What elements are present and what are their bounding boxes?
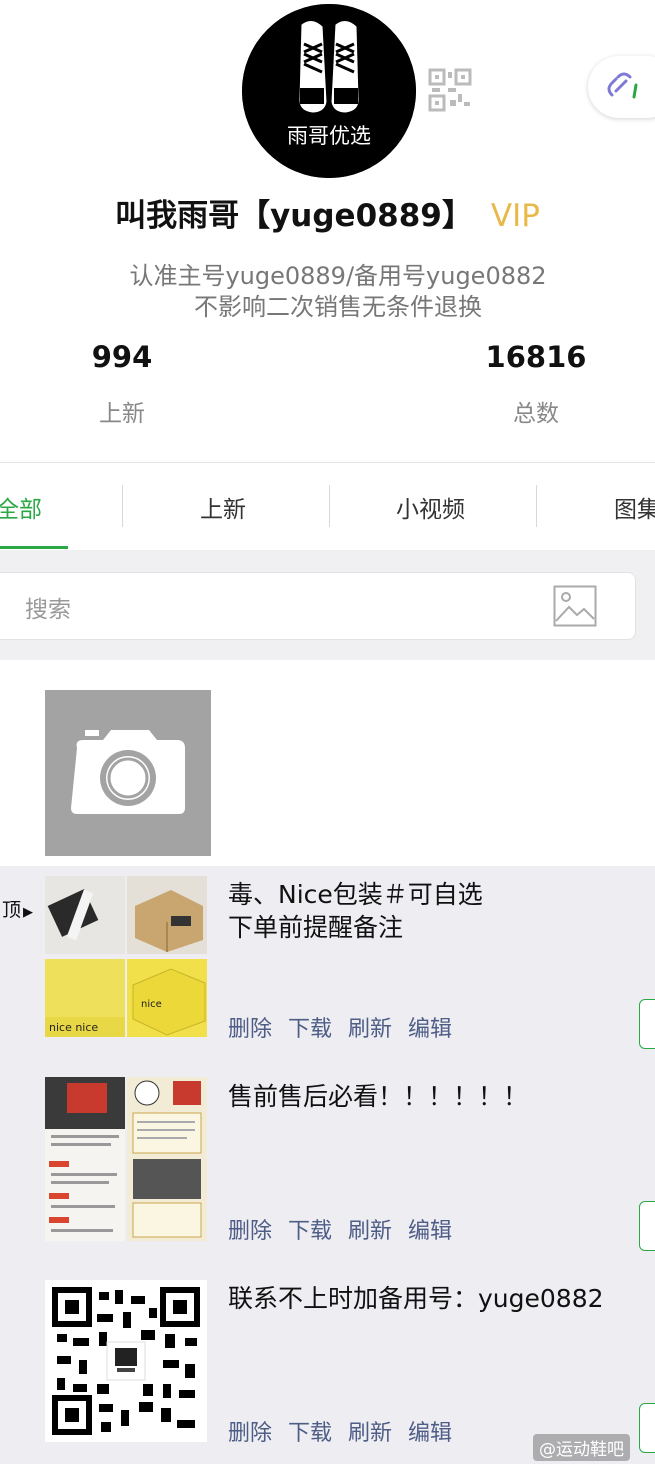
delete-button[interactable]: 删除 [228,1213,272,1245]
share-button[interactable] [639,999,655,1049]
post-image[interactable]: nice nice [45,959,125,1037]
svg-text:nice nice: nice nice [49,1021,98,1034]
avatar[interactable]: 雨哥优选 [242,4,416,178]
tab-separator [536,485,537,527]
download-button[interactable]: 下载 [288,1415,332,1447]
post-title-line[interactable]: 售前售后必看！！！！！！ [228,1080,528,1113]
post-image[interactable]: nice [127,959,207,1037]
vip-badge: VIP [490,198,540,234]
post-title-line[interactable]: 毒、Nice包装＃可自选 [228,878,483,911]
share-button[interactable] [639,1201,655,1251]
profile-bio-line-2: 不影响二次销售无条件退换 [194,293,482,321]
edit-button[interactable]: 编辑 [408,1213,452,1245]
add-photo-button[interactable] [45,690,211,856]
stat-new-label: 上新 [99,401,145,427]
profile-name-text: 叫我雨哥【yuge0889】 [115,198,473,234]
refresh-button[interactable]: 刷新 [348,1011,392,1043]
stat-new-value[interactable]: 994 [22,340,222,374]
download-button[interactable]: 下载 [288,1011,332,1043]
tab-all[interactable]: 全部 [0,490,42,524]
link-icon [607,72,638,99]
search-placeholder: 搜索 [25,597,71,623]
pinned-text: 顶 [2,899,22,921]
image-search-icon[interactable] [553,585,597,627]
tab-active-indicator [0,546,68,549]
post-image-qr-code[interactable] [45,1280,207,1442]
tab-separator [329,485,330,527]
tab-albums[interactable]: 图集 [614,490,655,524]
stat-total-label: 总数 [513,401,559,427]
delete-button[interactable]: 删除 [228,1415,272,1447]
post-image[interactable] [45,1077,125,1241]
refresh-button[interactable]: 刷新 [348,1213,392,1245]
refresh-button[interactable]: 刷新 [348,1415,392,1447]
divider [0,462,655,463]
share-button[interactable] [639,1403,655,1453]
tab-new[interactable]: 上新 [200,490,246,524]
profile-name: 叫我雨哥【yuge0889】 VIP [0,190,655,235]
avatar-brand-text: 雨哥优选 [287,124,371,148]
qr-code-icon[interactable] [428,68,472,112]
pinned-label: 顶 ▶ [2,899,34,921]
svg-text:nice: nice [141,999,162,1010]
post-title-line[interactable]: 下单前提醒备注 [228,911,403,944]
post-image[interactable] [127,876,207,954]
tab-short-video[interactable]: 小视频 [396,490,465,524]
post-image[interactable] [45,876,125,954]
watermark: @运动鞋吧 [533,1434,630,1461]
tab-separator [122,485,123,527]
share-link-button[interactable] [588,56,655,118]
download-button[interactable]: 下载 [288,1213,332,1245]
camera-icon [45,690,211,856]
post-image[interactable] [127,1077,207,1241]
edit-button[interactable]: 编辑 [408,1415,452,1447]
post-title-line[interactable]: 联系不上时加备用号：yuge0882 [228,1282,604,1315]
edit-button[interactable]: 编辑 [408,1011,452,1043]
delete-button[interactable]: 删除 [228,1011,272,1043]
profile-bio-line-1: 认准主号yuge0889/备用号yuge0882 [129,262,547,290]
search-input[interactable] [0,572,636,640]
stat-total-value[interactable]: 16816 [436,340,636,374]
